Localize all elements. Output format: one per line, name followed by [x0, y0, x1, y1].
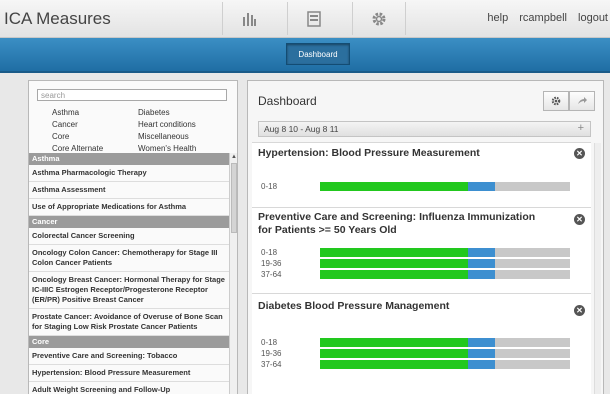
share-icon	[578, 97, 587, 104]
dashboard-title: Dashboard	[258, 94, 317, 108]
progress-bar	[320, 338, 570, 347]
gear-icon	[372, 12, 386, 25]
date-range-bar[interactable]: Aug 8 10 - Aug 8 11 +	[258, 121, 591, 137]
category-heart-conditions[interactable]: Heart conditions	[138, 120, 196, 129]
list-item[interactable]: Asthma Pharmacologic Therapy	[29, 165, 229, 182]
close-icon[interactable]: ✕	[574, 148, 585, 159]
category-core[interactable]: Core	[52, 132, 69, 141]
age-label: 0-18	[261, 338, 278, 347]
logout-link[interactable]: logout	[578, 12, 608, 24]
plus-icon[interactable]: +	[578, 122, 584, 134]
measure-card: Preventive Care and Screening: Influenza…	[252, 207, 591, 293]
bar-blue-segment	[467, 182, 495, 191]
bar-blue-segment	[467, 248, 495, 257]
scroll-thumb[interactable]	[231, 163, 237, 233]
list-item[interactable]: Use of Appropriate Medications for Asthm…	[29, 199, 229, 216]
bar-green-segment	[320, 270, 468, 279]
progress-bar	[320, 248, 570, 257]
category-core-alternate[interactable]: Core Alternate	[52, 144, 103, 153]
measure-bar-row: 37-64	[258, 360, 576, 369]
bar-green-segment	[320, 349, 468, 358]
age-label: 0-18	[261, 182, 278, 191]
category-miscellaneous[interactable]: Miscellaneous	[138, 132, 189, 141]
category-diabetes[interactable]: Diabetes	[138, 108, 170, 117]
bar-blue-segment	[467, 349, 495, 358]
list-item[interactable]: Colorectal Cancer Screening	[29, 228, 229, 245]
bar-blue-segment	[467, 259, 495, 268]
progress-bar	[320, 182, 570, 191]
dashboard-scrollbar[interactable]	[594, 143, 601, 394]
bar-green-segment	[320, 360, 468, 369]
age-label: 37-64	[261, 360, 282, 369]
section-header-core: Core	[29, 336, 229, 348]
age-label: 19-36	[261, 349, 282, 358]
measure-bar-row: 0-18	[258, 248, 576, 257]
close-icon[interactable]: ✕	[574, 305, 585, 316]
measure-list: Asthma Asthma Pharmacologic Therapy Asth…	[29, 153, 229, 394]
progress-bar	[320, 360, 570, 369]
list-item[interactable]: Adult Weight Screening and Follow-Up	[29, 382, 229, 394]
list-item[interactable]: Prostate Cancer: Avoidance of Overuse of…	[29, 309, 229, 336]
scroll-up-arrow-icon[interactable]: ▲	[231, 154, 237, 160]
help-link[interactable]: help	[487, 12, 508, 24]
progress-bar	[320, 270, 570, 279]
category-womens-health[interactable]: Women's Health	[138, 144, 196, 153]
progress-bar	[320, 349, 570, 358]
bar-green-segment	[320, 182, 468, 191]
document-icon	[307, 10, 321, 27]
age-label: 19-36	[261, 259, 282, 268]
nav-bar: Dashboard	[0, 38, 610, 73]
section-header-cancer: Cancer	[29, 216, 229, 228]
dashboard-share-button[interactable]	[569, 91, 595, 111]
top-links: help rcampbell logout	[479, 12, 608, 24]
measure-bar-row: 19-36	[258, 259, 576, 268]
measure-browser: search Asthma Diabetes Cancer Heart cond…	[28, 80, 238, 394]
measure-title: Hypertension: Blood Pressure Measurement	[258, 147, 480, 159]
dashboard-tab[interactable]: Dashboard	[286, 43, 350, 65]
measure-title: Preventive Care and Screening: Influenza…	[258, 211, 536, 236]
close-icon[interactable]: ✕	[574, 214, 585, 225]
date-range-label: Aug 8 10 - Aug 8 11	[264, 124, 339, 134]
age-label: 0-18	[261, 248, 278, 257]
progress-bar	[320, 259, 570, 268]
category-cancer[interactable]: Cancer	[52, 120, 78, 129]
top-bar: ICA Measures help rcampbell logout	[0, 0, 610, 38]
dashboard-settings-button[interactable]	[543, 91, 569, 111]
measure-title: Diabetes Blood Pressure Management	[258, 300, 450, 312]
bar-green-segment	[320, 248, 468, 257]
settings-tool-button[interactable]	[352, 2, 406, 35]
dashboard-panel: Dashboard Aug 8 10 - Aug 8 11 + Hyperten…	[247, 80, 604, 394]
measure-bar-row: 19-36	[258, 349, 576, 358]
list-item[interactable]: Hypertension: Blood Pressure Measurement	[29, 365, 229, 382]
age-label: 37-64	[261, 270, 282, 279]
bar-green-segment	[320, 338, 468, 347]
bar-green-segment	[320, 259, 468, 268]
list-scrollbar[interactable]: ▲	[229, 153, 237, 394]
app-title: ICA Measures	[4, 9, 111, 28]
measure-bar-row: 37-64	[258, 270, 576, 279]
list-item[interactable]: Asthma Assessment	[29, 182, 229, 199]
bar-blue-segment	[467, 360, 495, 369]
documents-tool-button[interactable]	[287, 2, 340, 35]
measure-card: Diabetes Blood Pressure Management ✕ 0-1…	[252, 293, 591, 394]
section-header-asthma: Asthma	[29, 153, 229, 165]
measure-bar-row: 0-18	[258, 182, 576, 191]
bar-blue-segment	[467, 338, 495, 347]
dashboard-toolbar	[543, 91, 595, 111]
list-item[interactable]: Oncology Colon Cancer: Chemotherapy for …	[29, 245, 229, 272]
list-item[interactable]: Preventive Care and Screening: Tobacco	[29, 348, 229, 365]
list-item[interactable]: Oncology Breast Cancer: Hormonal Therapy…	[29, 272, 229, 309]
bar-chart-icon	[243, 12, 256, 26]
user-link[interactable]: rcampbell	[519, 12, 567, 24]
search-input[interactable]: search	[37, 89, 227, 101]
bar-blue-segment	[467, 270, 495, 279]
reports-tool-button[interactable]	[222, 2, 275, 35]
measure-bar-row: 0-18	[258, 338, 576, 347]
category-asthma[interactable]: Asthma	[52, 108, 79, 117]
gear-icon	[551, 96, 561, 106]
measure-card: Hypertension: Blood Pressure Measurement…	[252, 142, 591, 207]
